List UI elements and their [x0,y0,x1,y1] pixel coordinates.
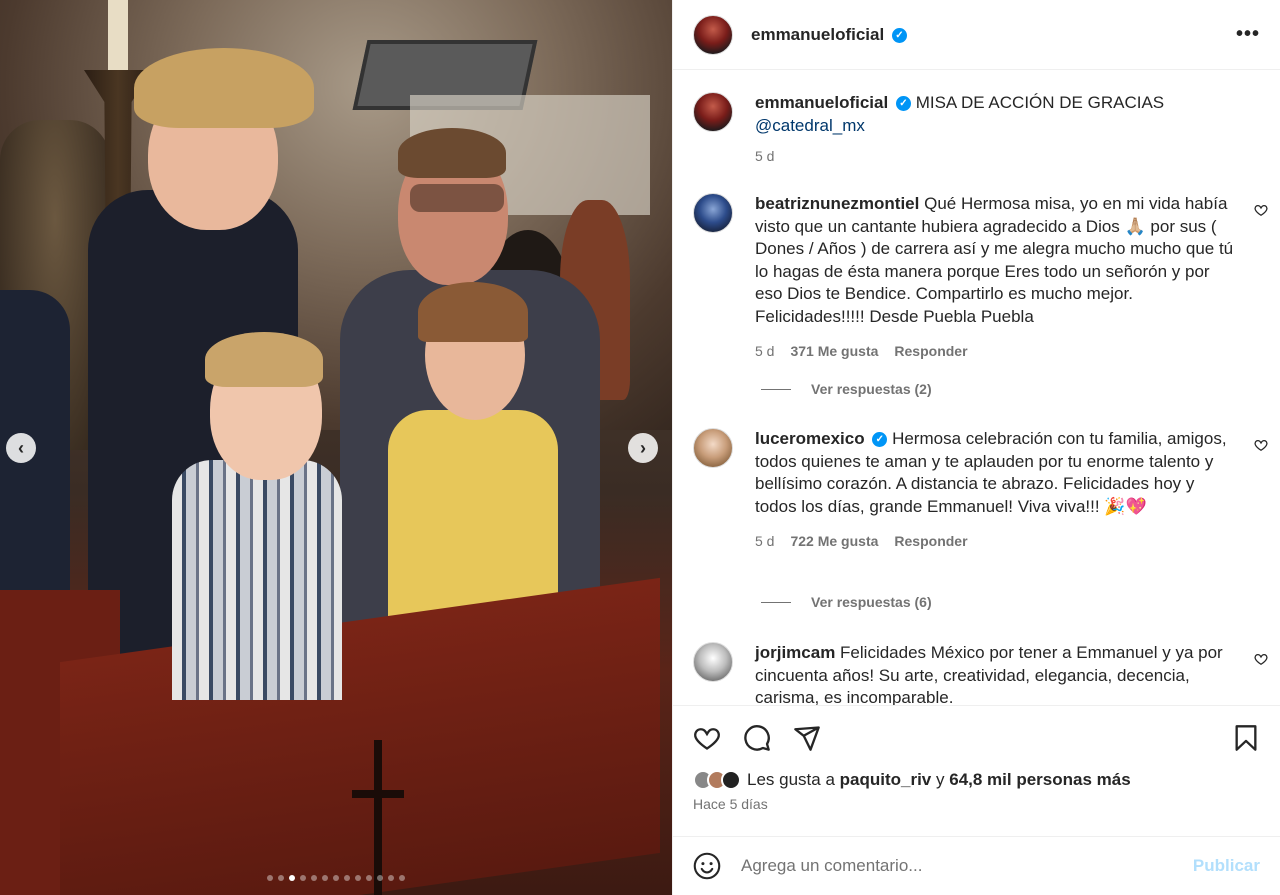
avatar[interactable] [693,14,733,55]
chevron-left-icon: ‹ [18,437,24,458]
comment-item: luceromexico ✓ Hermosa celebración con t… [693,428,1268,553]
carousel-dot [355,875,361,881]
caption-mention[interactable]: @catedral_mx [755,116,865,135]
caption-username[interactable]: emmanueloficial [755,93,888,112]
action-bar [693,706,1260,770]
photo-candle [108,0,128,70]
divider [761,388,791,390]
comment-username[interactable]: beatriznunezmontiel [755,194,919,213]
likes-joiner: y [936,770,945,789]
photo-person [205,332,323,387]
verified-badge-icon: ✓ [895,96,911,112]
photo-person [398,128,506,178]
post-timestamp[interactable]: Hace 5 días [693,796,1260,812]
carousel-dot [300,875,306,881]
view-replies-button[interactable]: Ver respuestas (2) [761,381,932,397]
comment-username[interactable]: jorjimcam [755,643,835,662]
photo-person [410,184,504,212]
post-author[interactable]: emmanueloficial ✓ [751,25,907,45]
likes-prefix: Les gusta a [747,770,835,789]
carousel-dots [0,875,672,881]
caption-time[interactable]: 5 d [755,145,774,168]
carousel-dot [333,875,339,881]
comment-item: beatriznunezmontiel Qué Hermosa misa, yo… [693,193,1268,363]
avatar[interactable] [693,92,733,132]
comment-input[interactable] [741,856,1171,876]
heart-icon[interactable] [1254,438,1268,452]
comment-time[interactable]: 5 d [755,340,774,363]
photo-person [172,460,342,700]
post-sidebar: emmanueloficial ✓ ••• emmanueloficial ✓ … [672,0,1280,895]
avatar[interactable] [693,642,733,682]
carousel-dot [344,875,350,881]
bookmark-icon[interactable] [1232,724,1260,752]
post-media[interactable]: ‹ › [0,0,672,895]
verified-badge-icon: ✓ [891,27,907,43]
view-replies-label[interactable]: Ver respuestas (2) [811,381,932,397]
comment-username[interactable]: luceromexico [755,429,865,448]
carousel-dot [388,875,394,881]
carousel-dot [278,875,284,881]
reply-button[interactable]: Responder [894,530,967,553]
avatar [721,770,741,790]
like-heart-icon[interactable] [693,724,721,752]
comment-likes[interactable]: 371 Me gusta [790,340,878,363]
divider [761,601,791,603]
heart-icon[interactable] [1254,203,1268,217]
publish-button[interactable]: Publicar [1193,856,1260,876]
view-replies-label[interactable]: Ver respuestas (6) [811,594,932,610]
likes-summary: Les gusta a paquito_riv y 64,8 mil perso… [693,770,1260,790]
carousel-dot [377,875,383,881]
avatar[interactable] [693,428,733,468]
avatar[interactable] [693,193,733,233]
likes-user[interactable]: paquito_riv [840,770,932,789]
post-header: emmanueloficial ✓ ••• [673,0,1280,70]
comment-bubble-icon[interactable] [743,724,771,752]
photo-cross [374,740,382,895]
carousel-dot [399,875,405,881]
share-send-icon[interactable] [793,724,821,752]
carousel-next-button[interactable]: › [628,433,658,463]
comment-time[interactable]: 5 d [755,530,774,553]
more-options-icon[interactable]: ••• [1236,23,1260,46]
comment-item: jorjimcam Felicidades México por tener a… [693,642,1268,705]
heart-icon[interactable] [1254,652,1268,666]
likes-count[interactable]: 64,8 mil personas más [949,770,1130,789]
post-actions: Les gusta a paquito_riv y 64,8 mil perso… [673,705,1280,835]
caption-text: MISA DE ACCIÓN DE GRACIAS [915,93,1165,112]
photo-person [134,48,314,128]
comments-list[interactable]: emmanueloficial ✓ MISA DE ACCIÓN DE GRAC… [673,71,1280,705]
post-author-username[interactable]: emmanueloficial [751,25,884,44]
chevron-right-icon: › [640,437,646,458]
carousel-dot [267,875,273,881]
carousel-dot [322,875,328,881]
reply-button[interactable]: Responder [894,340,967,363]
photo-person [418,282,528,342]
post-caption: emmanueloficial ✓ MISA DE ACCIÓN DE GRAC… [693,92,1268,168]
photo-cross [352,790,404,798]
carousel-dot [289,875,295,881]
carousel-dot [366,875,372,881]
comment-composer: Publicar [673,836,1280,895]
emoji-icon[interactable] [693,852,721,880]
comment-likes[interactable]: 722 Me gusta [790,530,878,553]
carousel-dot [311,875,317,881]
verified-badge-icon: ✓ [872,432,888,448]
comment-text: Qué Hermosa misa, yo en mi vida había vi… [755,194,1234,326]
carousel-prev-button[interactable]: ‹ [6,433,36,463]
view-replies-button[interactable]: Ver respuestas (6) [761,594,932,610]
